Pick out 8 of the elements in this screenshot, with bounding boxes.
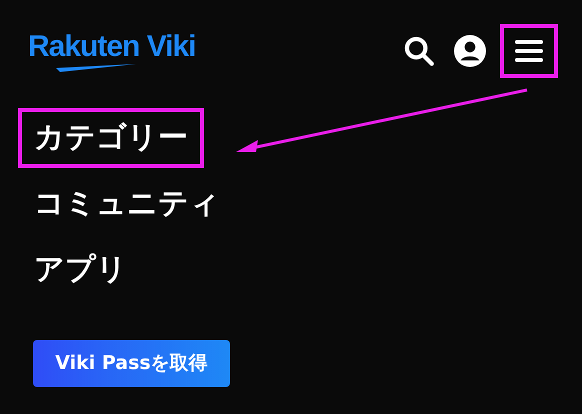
swoosh-icon — [56, 64, 136, 72]
menu-item[interactable]: アプリ — [22, 244, 139, 296]
menu-item[interactable]: コミュニティ — [22, 178, 232, 230]
logo[interactable]: Rakuten Viki — [28, 30, 196, 72]
user-icon[interactable] — [454, 35, 486, 67]
search-icon[interactable] — [402, 34, 436, 68]
viki-pass-button[interactable]: Viki Passを取得 — [33, 340, 230, 387]
menu-icon — [515, 40, 543, 62]
